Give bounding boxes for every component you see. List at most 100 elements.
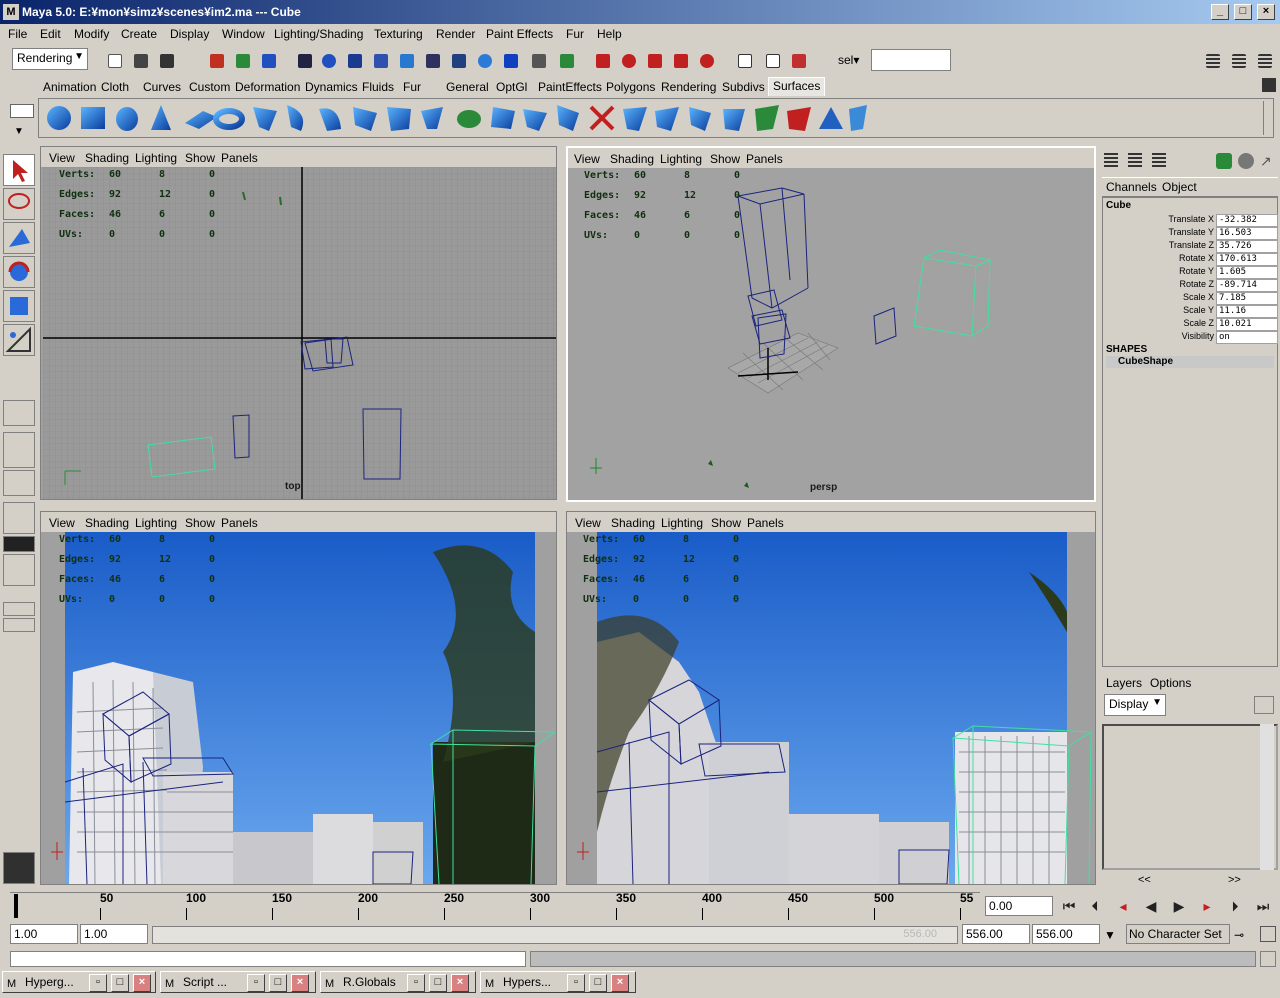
current-time-field[interactable]: 0.00 (985, 896, 1053, 916)
range-bar[interactable]: 556.00 (152, 926, 958, 944)
rotate-z-field[interactable]: -89.714 (1216, 279, 1278, 292)
shelf-tab-dynamics[interactable]: Dynamics (302, 79, 361, 95)
vp-menu-panels[interactable]: Panels (221, 151, 258, 165)
translate-x-field[interactable]: -32.382 (1216, 214, 1278, 227)
mask-dynamics-icon[interactable] (696, 50, 718, 70)
snap-surface-icon[interactable] (396, 50, 418, 70)
maximize-icon[interactable]: □ (269, 974, 287, 992)
menu-help[interactable]: Help (597, 27, 622, 41)
shelf-tab-fluids[interactable]: Fluids (359, 79, 397, 95)
shelf-tab-surfaces[interactable]: Surfaces (768, 77, 826, 96)
shelf-tab-general[interactable]: General (443, 79, 492, 95)
shelf-arrow-down-icon[interactable]: ▼ (14, 126, 24, 137)
arrow-icon[interactable]: ↗ (1260, 153, 1276, 169)
step-back-frame-icon[interactable]: ◂ (1112, 897, 1134, 917)
snap-grid-icon[interactable] (294, 50, 316, 70)
prev-arrow-icon[interactable]: << (1138, 874, 1151, 886)
shelf-tab-animation[interactable]: Animation (40, 79, 99, 95)
layout-arrow2-icon[interactable] (3, 618, 35, 632)
menu-modify[interactable]: Modify (74, 27, 109, 41)
sphere-shade-icon[interactable] (1238, 153, 1254, 169)
next-arrow-icon[interactable]: >> (1228, 874, 1241, 886)
mask-curve-icon[interactable] (618, 50, 640, 70)
vp-menu-shading[interactable]: Shading (85, 516, 129, 530)
snap-curve-icon[interactable] (344, 50, 366, 70)
select-tool-icon[interactable] (3, 154, 35, 186)
menu-edit[interactable]: Edit (40, 27, 61, 41)
restore-icon[interactable]: ▫ (247, 974, 265, 992)
minimize-button[interactable]: _ (1211, 4, 1229, 20)
shelf-tab-subdivs[interactable]: Subdivs (719, 79, 768, 95)
shelf-tab-polygons[interactable]: Polygons (603, 79, 658, 95)
menu-texturing[interactable]: Texturing (374, 27, 423, 41)
script-editor-icon[interactable] (1260, 951, 1276, 967)
move-tool-icon[interactable] (3, 222, 35, 254)
playback-start-field[interactable]: 1.00 (80, 924, 148, 944)
visibility-field[interactable]: on (1216, 331, 1278, 344)
close-button[interactable]: × (1257, 4, 1275, 20)
select-hierarchy-icon[interactable] (206, 50, 228, 70)
vp-menu-view[interactable]: View (575, 516, 601, 530)
shelf-tab-painteffects[interactable]: PaintEffects (535, 79, 605, 95)
open-scene-icon[interactable] (130, 50, 152, 70)
shelf-tab-curves[interactable]: Curves (140, 79, 184, 95)
attribute-editor-icon[interactable] (1202, 50, 1224, 70)
anim-prefs-icon[interactable] (1260, 926, 1276, 942)
scale-z-field[interactable]: 10.021 (1216, 318, 1278, 331)
vp-menu-view[interactable]: View (49, 516, 75, 530)
layout-arrow-icon[interactable] (3, 602, 35, 616)
sel-input[interactable] (871, 49, 951, 71)
viewport-persp[interactable]: View Shading Lighting Show Panels Verts:… (566, 146, 1096, 502)
vp-menu-panels[interactable]: Panels (747, 516, 784, 530)
layer-mode-dropdown[interactable]: Display ▼ (1104, 694, 1166, 716)
restore-icon[interactable]: ▫ (407, 974, 425, 992)
close-icon[interactable]: × (291, 974, 309, 992)
history-icon[interactable] (422, 50, 444, 70)
vp-menu-view[interactable]: View (574, 152, 600, 166)
channel-box-icon[interactable] (1254, 50, 1276, 70)
ipr-render-icon[interactable] (474, 50, 496, 70)
restore-icon[interactable]: ▫ (567, 974, 585, 992)
viewport-camera-right[interactable]: View Shading Lighting Show Panels Verts:… (566, 511, 1096, 885)
select-component-icon[interactable] (258, 50, 280, 70)
vp-menu-show[interactable]: Show (711, 516, 741, 530)
vp-menu-shading[interactable]: Shading (610, 152, 654, 166)
manipulator-tool-icon[interactable] (3, 324, 35, 356)
maximize-icon[interactable]: □ (589, 974, 607, 992)
translate-y-field[interactable]: 16.503 (1216, 227, 1278, 240)
translate-z-field[interactable]: 35.726 (1216, 240, 1278, 253)
shelf-scrollbar[interactable] (1263, 101, 1273, 135)
new-layer-icon[interactable] (1254, 696, 1274, 714)
layers-menu[interactable]: Layers (1106, 676, 1142, 690)
shelf-menu-icon[interactable] (10, 104, 34, 118)
shelf-tab-rendering[interactable]: Rendering (658, 79, 719, 95)
lock-icon[interactable] (528, 50, 550, 70)
restore-icon[interactable]: ▫ (89, 974, 107, 992)
rotate-y-field[interactable]: 1.605 (1216, 266, 1278, 279)
render-globals-icon[interactable] (500, 50, 522, 70)
shape-node[interactable]: CubeShape (1106, 356, 1274, 368)
close-icon[interactable]: × (451, 974, 469, 992)
new-scene-icon[interactable] (104, 50, 126, 70)
mask-nurbs-icon[interactable] (592, 50, 614, 70)
shelf-tab-optgl[interactable]: OptGl (493, 79, 530, 95)
scale-tool-icon[interactable] (3, 290, 35, 322)
layer-list[interactable] (1102, 724, 1278, 870)
goto-start-icon[interactable]: ⏮ (1058, 897, 1080, 917)
object-menu[interactable]: Object (1162, 180, 1197, 194)
maximize-icon[interactable]: □ (429, 974, 447, 992)
four-pane-layout-icon[interactable] (3, 432, 35, 468)
outliner-layout-icon[interactable] (3, 470, 35, 496)
chevron-down-icon[interactable]: ▼ (1104, 928, 1116, 942)
mel-input[interactable] (10, 951, 526, 967)
scale-y-field[interactable]: 11.16 (1216, 305, 1278, 318)
viewport-top[interactable]: View Shading Lighting Show Panels Verts:… (40, 146, 557, 500)
mask-joint-icon[interactable] (644, 50, 666, 70)
anim-end-field[interactable]: 556.00 (1032, 924, 1100, 944)
viewport-camera-left[interactable]: View Shading Lighting Show Panels Verts:… (40, 511, 557, 885)
menu-paint-effects[interactable]: Paint Effects (486, 27, 553, 41)
vp-menu-lighting[interactable]: Lighting (135, 151, 177, 165)
close-icon[interactable]: × (133, 974, 151, 992)
menuset-dropdown[interactable]: Rendering ▼ (12, 48, 88, 70)
manipulator-icon[interactable] (1216, 153, 1232, 169)
